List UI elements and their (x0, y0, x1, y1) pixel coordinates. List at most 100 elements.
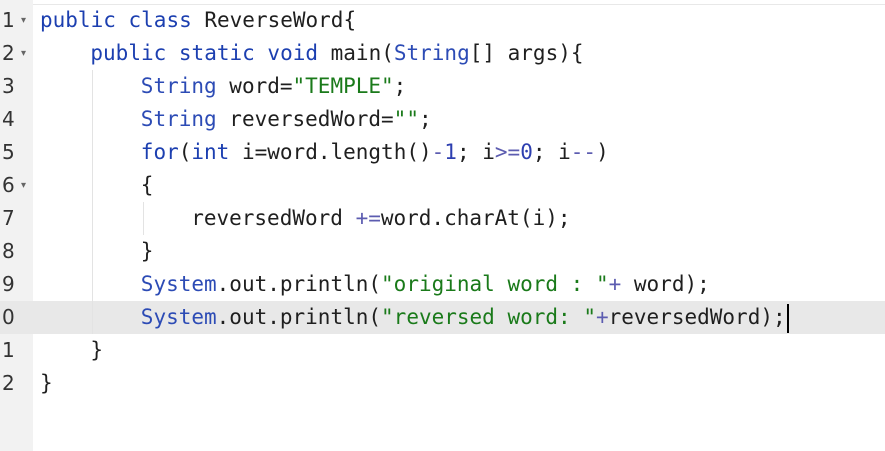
code-text[interactable]: for(int i=word.length()-1; i>=0; i--) (141, 136, 609, 169)
indent-guide (92, 103, 94, 136)
line-number: 5 (2, 140, 15, 164)
code-token: .out.println( (216, 272, 382, 296)
code-token: + (608, 272, 622, 296)
code-token: static (178, 41, 255, 65)
code-line[interactable]: 3 String word="TEMPLE"; (0, 70, 885, 103)
code-line[interactable]: 7 reversedWord +=word.charAt(i); (0, 202, 885, 235)
code-line[interactable]: 2 ▾ public static void main(String[] args)… (0, 37, 885, 70)
code-token: String (393, 41, 470, 65)
code-token: "TEMPLE" (292, 74, 394, 98)
code-text[interactable]: System.out.println("reversed word: "+rev… (141, 301, 789, 334)
code-line[interactable]: 8} (0, 235, 885, 268)
code-text[interactable]: String reversedWord=""; (141, 103, 432, 136)
code-token: += (355, 206, 381, 230)
code-line[interactable]: 1} (0, 334, 885, 367)
code-text[interactable]: } (40, 367, 53, 400)
code-token: ; (418, 107, 432, 131)
indent-guide (92, 235, 94, 268)
code-token: word= (216, 74, 293, 98)
code-text[interactable]: System.out.println("original word : "+ w… (141, 268, 710, 301)
code-line[interactable]: 2} (0, 367, 885, 400)
code-token: ReverseWord{ (191, 8, 357, 32)
code-token: } (40, 371, 53, 395)
code-text[interactable]: public class ReverseWord{ (40, 4, 356, 37)
code-token: ) (596, 140, 609, 164)
code-token: { (140, 173, 154, 197)
indent-guide (92, 70, 94, 103)
line-number: 7 (2, 206, 15, 230)
code-token: } (90, 338, 104, 362)
line-number: 9 (2, 272, 15, 296)
code-text[interactable]: String word="TEMPLE"; (141, 70, 407, 103)
code-token: String (140, 74, 217, 98)
indent-guide (92, 169, 94, 202)
code-token: - (431, 140, 445, 164)
code-token: public (40, 8, 116, 32)
code-token: System (140, 305, 217, 329)
code-line[interactable]: 5 for(int i=word.length()-1; i>=0; i--) (0, 136, 885, 169)
code-token: reversedWord (191, 206, 356, 230)
code-token: String (140, 107, 217, 131)
code-token: word); (621, 272, 710, 296)
code-token: word.charAt(i); (380, 206, 571, 230)
code-token: [] args){ (469, 41, 584, 65)
code-line[interactable]: 9 System.out.println("original word : "+ … (0, 268, 885, 301)
code-token: word.length() (267, 140, 432, 164)
indent-guide (92, 301, 94, 334)
code-token: "original word : " (381, 272, 609, 296)
line-number: 0 (0, 301, 33, 334)
code-token: 0 (520, 140, 533, 164)
code-text[interactable]: } (90, 334, 103, 367)
code-token: -- (570, 140, 597, 164)
code-text[interactable]: } (141, 235, 154, 268)
indent-guide (92, 202, 94, 235)
code-line[interactable]: 0 System.out.println("reversed word: "+re… (0, 301, 885, 334)
code-token: for (140, 140, 179, 164)
code-token: ; i (456, 140, 495, 164)
chevron-down-icon[interactable]: ▾ (21, 37, 26, 70)
code-token: "" (393, 107, 419, 131)
code-token: .out.println( (216, 305, 382, 329)
chevron-down-icon[interactable]: ▾ (21, 4, 26, 37)
code-token: int (191, 140, 230, 164)
line-number: 8 (2, 239, 15, 263)
code-token: >= (494, 140, 521, 164)
code-token: void (267, 41, 318, 65)
line-number: 3 (2, 74, 15, 98)
code-editor[interactable]: 1 ▾ public class ReverseWord{2 ▾ public stat… (0, 0, 885, 451)
chevron-down-icon[interactable]: ▾ (21, 169, 26, 202)
code-text[interactable]: { (141, 169, 154, 202)
code-line[interactable]: 6 ▾ { (0, 169, 885, 202)
code-line[interactable]: 1 ▾ public class ReverseWord{ (0, 4, 885, 37)
code-token: + (595, 305, 609, 329)
line-number: 6 (2, 173, 15, 197)
indent-guide (142, 202, 144, 235)
line-number: 2 (2, 371, 15, 395)
indent-guide (92, 268, 94, 301)
code-text[interactable]: reversedWord +=word.charAt(i); (191, 202, 570, 235)
code-token: ( (178, 140, 192, 164)
code-token: main( (318, 41, 394, 65)
code-token: public (90, 41, 167, 65)
code-token: class (128, 8, 192, 32)
code-token: ; i (532, 140, 571, 164)
code-token: "reversed word: " (381, 305, 596, 329)
code-token: 1 (444, 140, 457, 164)
line-number: 4 (2, 107, 15, 131)
text-cursor (786, 303, 789, 333)
code-token: reversedWord= (216, 107, 394, 131)
code-token: System (140, 272, 217, 296)
line-number: 2 (2, 41, 15, 65)
code-token: reversedWord); (608, 305, 786, 329)
code-token: i= (229, 140, 268, 164)
line-number: 1 (2, 338, 15, 362)
code-text[interactable]: public static void main(String[] args){ (90, 37, 583, 70)
line-number: 1 (2, 8, 15, 32)
code-token: ; (393, 74, 407, 98)
indent-guide (92, 136, 94, 169)
code-token: } (140, 239, 154, 263)
code-line[interactable]: 4 String reversedWord=""; (0, 103, 885, 136)
